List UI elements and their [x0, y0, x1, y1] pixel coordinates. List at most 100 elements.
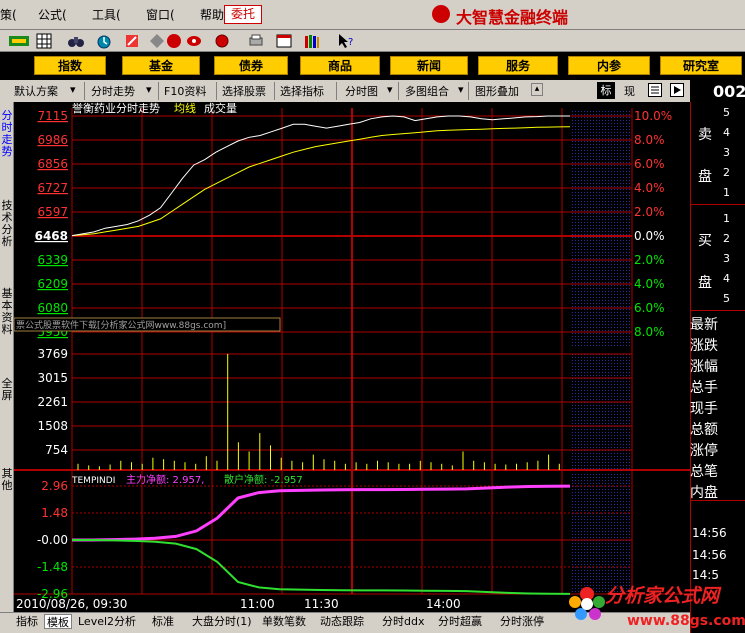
pct-tick-label: 4.0% [634, 181, 665, 195]
tab-fundamentals[interactable]: 基本资料 [0, 288, 14, 336]
grid-icon[interactable] [36, 33, 52, 49]
sell-label: 盘 [698, 169, 712, 185]
select-stock-button[interactable]: 选择股票 [222, 83, 266, 99]
volume-tick-label: 3769 [37, 347, 68, 361]
price-tick-label: 6727 [37, 181, 68, 195]
tab-label: 全屏 [1, 377, 13, 402]
sell-label: 卖 [698, 127, 712, 143]
tab-indicator[interactable]: 指标 [16, 614, 38, 629]
tab-other[interactable]: 其他 [0, 468, 14, 492]
nav-index-button[interactable]: 指数 [34, 56, 106, 75]
nav-news-button[interactable]: 新闻 [390, 56, 468, 75]
intraday-chart[interactable]: 7115 10.0% 6986 8.0% 6856 6.0% 6727 4.0% 6597 2.0… [14, 102, 690, 612]
help-cursor-icon[interactable]: ? [338, 33, 354, 49]
intraday-button[interactable]: 分时走势 [91, 83, 135, 99]
dropdown-arrow-icon[interactable]: ▾ [458, 83, 464, 96]
buy-level: 5 [723, 292, 730, 305]
tab-level2[interactable]: Level2分析 [78, 614, 136, 629]
price-line [71, 115, 570, 237]
watermark-text: 票公式股票软件下载[分析家公式网www.88gs.com] [16, 319, 226, 331]
tab-order-count[interactable]: 单数笔数 [262, 614, 306, 629]
nav-neican-button[interactable]: 内参 [568, 56, 650, 75]
buy-level: 1 [723, 212, 730, 225]
dropdown-arrow-icon[interactable]: ▾ [70, 83, 76, 96]
price-tick-label: 6856 [37, 157, 68, 171]
price-tick-label: 6468 [35, 229, 68, 243]
dropdown-arrow-icon[interactable]: ▾ [387, 83, 393, 96]
nav-bond-button[interactable]: 债券 [214, 56, 288, 75]
left-tab-strip: 分时走势 技术分析 基本资料 全屏 其他 [0, 102, 14, 612]
future-area [570, 110, 632, 346]
menu-window[interactable]: 窗口( [146, 6, 175, 23]
tab-template[interactable]: 模板 [44, 614, 72, 629]
tick-time: 14:56 [692, 526, 727, 540]
menu-strategy[interactable]: 策( [0, 6, 17, 23]
divider [690, 310, 745, 311]
time-tick: 11:00 [240, 597, 275, 611]
play-icon[interactable] [670, 83, 684, 97]
circle-icon[interactable] [214, 33, 230, 49]
tab-intraday-limit[interactable]: 分时涨停 [500, 614, 544, 629]
separator [468, 82, 469, 100]
volume-tick-label: 754 [45, 443, 68, 457]
flower-icon [569, 587, 605, 620]
tab-index-intraday[interactable]: 大盘分时(1) [192, 614, 252, 629]
price-tick-label: 6597 [37, 205, 68, 219]
biao-button[interactable]: 标 [597, 82, 615, 99]
quote-label-change: 涨跌 [690, 338, 718, 354]
logo-url: www.88gs.com [627, 613, 745, 629]
tab-technical[interactable]: 技术分析 [0, 200, 14, 248]
dropdown-arrow-icon[interactable]: ▾ [146, 83, 152, 96]
print-icon[interactable] [248, 33, 264, 49]
pct-tick-label: 2.0% [634, 253, 665, 267]
window-icon[interactable] [276, 33, 292, 49]
indicator-tick-label: -1.48 [37, 560, 68, 574]
list-icon[interactable] [648, 83, 662, 97]
select-indicator-button[interactable]: 选择指标 [280, 83, 324, 99]
alarm-icon[interactable] [96, 33, 112, 49]
f10-button[interactable]: F10资料 [164, 83, 206, 99]
chart-title: 誉衡药业分时走势 [72, 102, 160, 115]
multi-chart-button[interactable]: 多图组合 [405, 83, 449, 99]
default-scheme-button[interactable]: 默认方案 [14, 83, 58, 99]
nav-fund-button[interactable]: 基金 [122, 56, 200, 75]
buy-label: 买 [698, 233, 712, 249]
tab-intraday-ddx[interactable]: 分时ddx [382, 614, 424, 629]
intraday-chart-button[interactable]: 分时图 [345, 83, 378, 99]
avg-line [71, 126, 571, 237]
eye-icon[interactable] [186, 33, 202, 49]
time-tick: 11:30 [304, 597, 339, 611]
diamond-icon[interactable] [149, 33, 165, 49]
date-label: 2010/08/26, 09:30 [16, 597, 127, 611]
tab-fullscreen[interactable]: 全屏 [0, 378, 14, 402]
overlay-dropdown-icon[interactable]: ▴ [531, 83, 543, 96]
tab-standard[interactable]: 标准 [152, 614, 174, 629]
future-area [570, 352, 632, 470]
flag-icon[interactable] [8, 33, 30, 49]
volume-bars [77, 354, 560, 470]
pct-tick-label: 0.0% [634, 229, 665, 243]
menu-tools[interactable]: 工具( [92, 6, 121, 23]
tab-intraday-super[interactable]: 分时超赢 [438, 614, 482, 629]
quote-label-volume: 总手 [690, 380, 718, 396]
quote-label-inner: 内盘 [690, 485, 718, 501]
nav-research-button[interactable]: 研究室 [660, 56, 742, 75]
books-icon[interactable] [304, 33, 320, 49]
weituo-button[interactable]: 委托 [224, 5, 262, 24]
tab-dynamic-track[interactable]: 动态跟踪 [320, 614, 364, 629]
quote-panel: 002 卖 盘 5 4 3 2 1 买 盘 1 2 3 4 5 最新 涨跌 涨幅… [690, 80, 745, 633]
brand-logo-icon [432, 5, 450, 23]
overlay-button[interactable]: 图形叠加 [475, 83, 519, 99]
nav-service-button[interactable]: 服务 [478, 56, 558, 75]
tool-icon[interactable] [124, 33, 140, 49]
nav-bar: 指数 基金 债券 商品 新闻 服务 内参 研究室 [0, 53, 745, 78]
control-bar: 默认方案 ▾ 分时走势 ▾ F10资料 选择股票 选择指标 分时图 ▾ 多图组合… [0, 80, 690, 102]
xian-button[interactable]: 现 [624, 83, 635, 99]
tab-label: 技术分析 [1, 199, 13, 248]
binoculars-icon[interactable] [68, 33, 84, 49]
volume-label: 成交量 [204, 102, 237, 115]
menu-formula[interactable]: 公式( [38, 6, 67, 23]
nav-commodity-button[interactable]: 商品 [300, 56, 380, 75]
red-ball-icon[interactable] [166, 33, 182, 49]
tab-intraday[interactable]: 分时走势 [0, 110, 14, 158]
